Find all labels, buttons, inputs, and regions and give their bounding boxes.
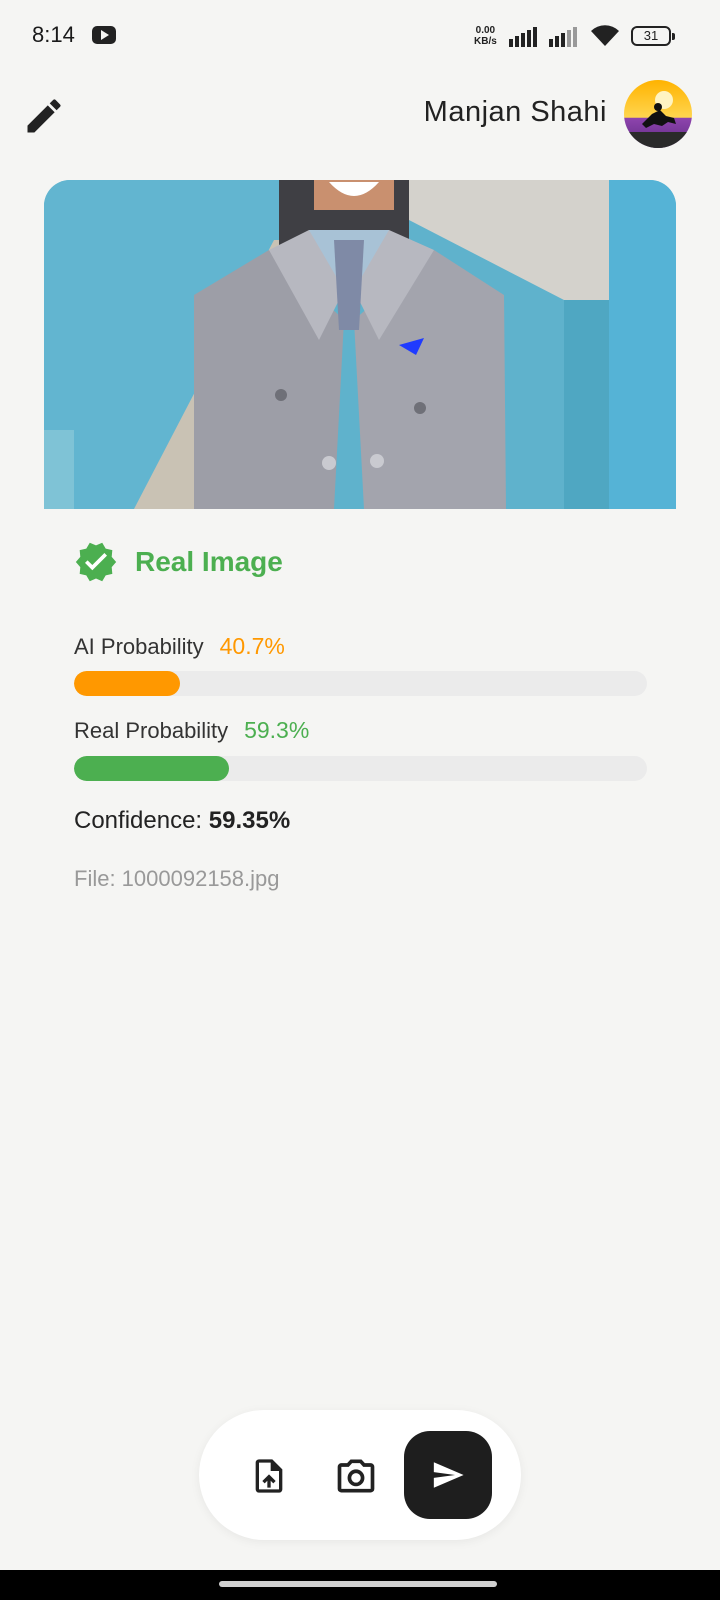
result-label: Real Image [135, 546, 283, 577]
status-bar: 8:14 0.00 KB/s 31 [0, 0, 720, 72]
avatar[interactable] [624, 80, 692, 148]
ai-probability-row: AI Probability 40.7% [74, 633, 285, 660]
ai-probability-value: 40.7% [219, 633, 285, 659]
send-button[interactable] [404, 1431, 492, 1519]
real-probability-bar [74, 756, 647, 781]
signal-icon [549, 25, 581, 47]
analyzed-photo [44, 180, 676, 509]
ai-probability-fill [74, 671, 181, 696]
upload-file-icon[interactable] [249, 1454, 289, 1498]
real-probability-row: Real Probability 59.3% [74, 717, 309, 744]
youtube-icon [92, 26, 116, 44]
real-probability-label: Real Probability [74, 718, 229, 743]
file-name: File: 1000092158.jpg [74, 866, 280, 891]
network-speed: 0.00 KB/s [474, 25, 497, 47]
status-time: 8:14 [32, 22, 75, 47]
signal-icon [509, 25, 541, 47]
battery-icon: 31 [631, 26, 675, 46]
verified-check-icon [75, 542, 117, 582]
ai-probability-bar [74, 671, 647, 696]
action-bar [199, 1410, 521, 1540]
battery-level: 31 [643, 28, 659, 43]
network-speed-value: 0.00 [475, 25, 496, 36]
home-indicator[interactable] [219, 1581, 497, 1587]
result-status: Real Image [74, 540, 283, 584]
pencil-icon[interactable] [22, 94, 66, 138]
real-probability-fill [74, 756, 229, 781]
confidence-value: 59.35% [208, 807, 291, 834]
network-speed-unit: KB/s [474, 36, 497, 47]
wifi-icon [591, 25, 619, 46]
user-name: Manjan Shahi [423, 96, 607, 128]
real-probability-value: 59.3% [244, 717, 310, 743]
send-icon [433, 1462, 464, 1488]
system-nav-bar [0, 1570, 720, 1600]
camera-icon[interactable] [334, 1454, 378, 1498]
confidence-label: Confidence: [74, 807, 203, 834]
confidence-row: Confidence: 59.35% [74, 807, 290, 835]
ai-probability-label: AI Probability [74, 634, 204, 659]
